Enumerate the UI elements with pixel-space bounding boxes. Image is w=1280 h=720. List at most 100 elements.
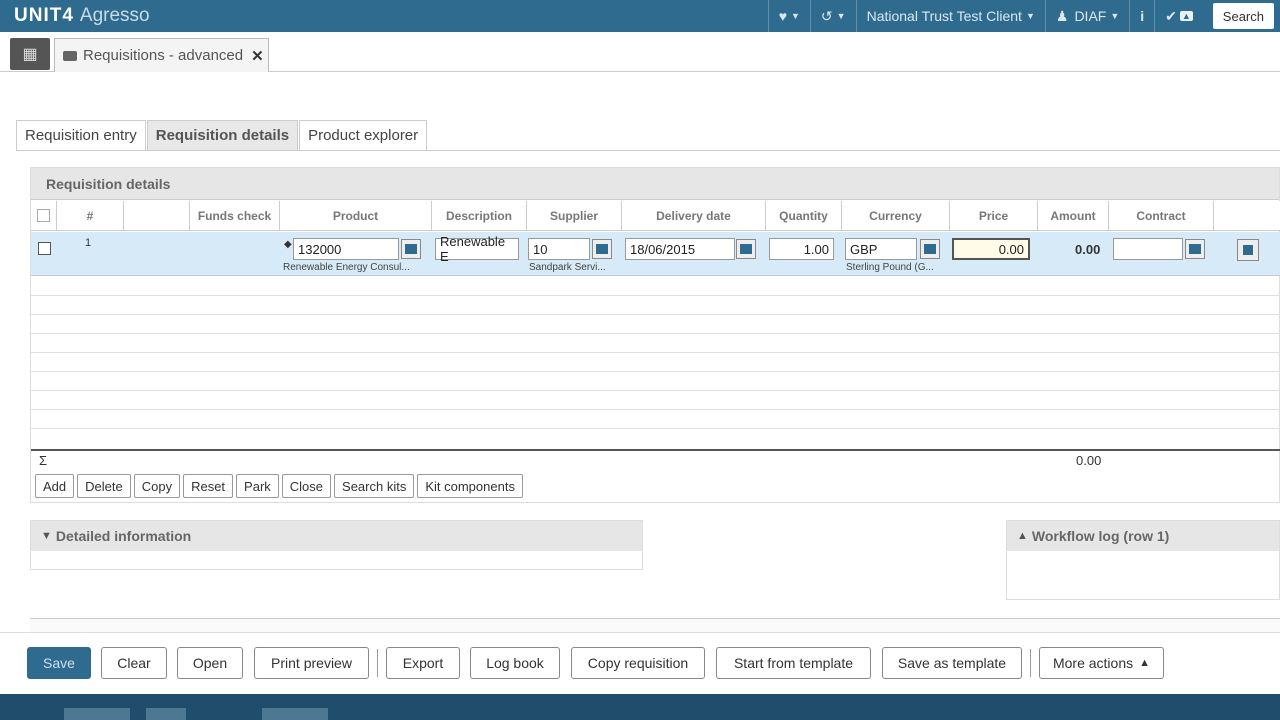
table-row[interactable]: 1 ◆ 132000 Renewable Energy Consul... Re…	[31, 232, 1280, 276]
clear-button[interactable]: Clear	[101, 647, 167, 679]
row-actions: Add Delete Copy Reset Park Close Search …	[35, 474, 526, 498]
favorites-menu[interactable]: ♥ ▼	[767, 0, 810, 32]
column-header-product[interactable]: Product	[280, 201, 432, 231]
product-input[interactable]: 132000	[293, 238, 399, 260]
column-header-description[interactable]: Description	[432, 201, 527, 231]
quantity-input[interactable]: 1.00	[769, 238, 834, 260]
empty-row	[31, 334, 1280, 353]
column-header-blank	[124, 201, 190, 231]
window-tab-title: Requisitions - advanced	[83, 47, 244, 64]
window-tabs: ▦ Requisitions - advanced ✕	[0, 32, 1280, 72]
calendar-icon	[740, 244, 752, 254]
close-button[interactable]: Close	[281, 474, 332, 498]
copy-requisition-button[interactable]: Copy requisition	[571, 647, 705, 679]
toolbar-separator	[377, 649, 378, 677]
history-icon: ↺	[820, 7, 833, 24]
log-book-button[interactable]: Log book	[470, 647, 560, 679]
history-menu[interactable]: ↺ ▼	[809, 0, 856, 32]
chevron-up-icon: ▲	[1017, 530, 1028, 542]
row-checkbox[interactable]	[38, 242, 51, 255]
contract-lookup-button[interactable]	[1185, 239, 1205, 259]
add-button[interactable]: Add	[35, 474, 75, 498]
empty-row	[31, 315, 1280, 334]
column-header-funds-check[interactable]: Funds check	[190, 201, 280, 231]
taskbar-item[interactable]	[262, 708, 328, 720]
product-lookup-button[interactable]	[401, 239, 421, 259]
open-button[interactable]: Open	[177, 647, 243, 679]
heart-icon: ♥	[778, 8, 787, 24]
tab-requisition-details[interactable]: Requisition details	[146, 120, 299, 150]
column-header-price[interactable]: Price	[950, 201, 1038, 231]
workflow-log-section: ▲ Workflow log (row 1)	[1006, 520, 1280, 600]
tab-divider	[16, 150, 1280, 151]
empty-row	[31, 277, 1280, 296]
lookup-icon	[1189, 244, 1201, 254]
sum-amount: 0.00	[1076, 453, 1102, 468]
calendar-button[interactable]	[736, 239, 756, 259]
checkmark-icon: ✔	[1165, 7, 1177, 24]
column-header-contract[interactable]: Contract	[1109, 201, 1214, 231]
delete-button[interactable]: Delete	[77, 474, 131, 498]
requisition-details-panel: Requisition details # Funds check Produc…	[30, 167, 1280, 503]
info-button[interactable]: i	[1129, 0, 1154, 32]
sub-tabs: Requisition entry Requisition details Pr…	[16, 120, 428, 150]
park-button[interactable]: Park	[236, 474, 279, 498]
empty-row	[31, 353, 1280, 372]
column-header-quantity[interactable]: Quantity	[766, 201, 842, 231]
column-header-amount[interactable]: Amount	[1038, 201, 1109, 231]
amount-value: 0.00	[1075, 242, 1101, 257]
delivery-date-input[interactable]: 18/06/2015	[625, 238, 735, 260]
os-taskbar	[0, 694, 1280, 720]
empty-row	[31, 372, 1280, 391]
brand-product: Agresso	[79, 5, 150, 26]
grid-header: # Funds check Product Description Suppli…	[31, 201, 1280, 231]
tab-requisition-entry[interactable]: Requisition entry	[16, 120, 146, 150]
tab-product-explorer[interactable]: Product explorer	[299, 120, 428, 150]
grid-menu-icon: ▦	[22, 46, 38, 63]
top-bar: UNIT4 Agresso ♥ ▼ ↺ ▼ National Trust Test …	[0, 0, 1280, 32]
column-header-delivery-date[interactable]: Delivery date	[622, 201, 766, 231]
chevron-down-icon: ▼	[1110, 11, 1120, 21]
export-button[interactable]: Export	[386, 647, 460, 679]
supplier-lookup-button[interactable]	[592, 239, 612, 259]
supplier-input[interactable]: 10	[528, 238, 590, 260]
column-header-supplier[interactable]: Supplier	[527, 201, 622, 231]
column-header-currency[interactable]: Currency	[842, 201, 950, 231]
more-actions-button[interactable]: More actions ▲	[1039, 647, 1164, 679]
brand-name: UNIT4	[14, 5, 74, 26]
brand-logo: UNIT4 Agresso	[0, 5, 150, 27]
taskbar-item[interactable]	[64, 708, 130, 720]
supplier-description: Sandpark Servi...	[529, 262, 606, 273]
client-selector[interactable]: National Trust Test Client ▼	[855, 0, 1045, 32]
window-tab-requisitions[interactable]: Requisitions - advanced ✕	[54, 38, 269, 72]
save-button[interactable]: Save	[27, 647, 91, 679]
empty-row	[31, 410, 1280, 429]
sum-row: Σ 0.00	[31, 449, 1280, 469]
copy-button[interactable]: Copy	[133, 474, 181, 498]
workflow-log-header[interactable]: ▲ Workflow log (row 1)	[1007, 521, 1279, 551]
toolbar-separator	[1030, 649, 1031, 677]
save-as-template-button[interactable]: Save as template	[882, 647, 1022, 679]
tasks-button[interactable]: ✔ ▲	[1154, 0, 1203, 32]
currency-input[interactable]: GBP	[845, 238, 917, 260]
currency-lookup-button[interactable]	[920, 239, 940, 259]
close-icon[interactable]: ✕	[251, 47, 264, 65]
select-all-checkbox[interactable]	[37, 209, 50, 222]
user-menu[interactable]: ♟ DIAF ▼	[1044, 0, 1129, 32]
search-kits-button[interactable]: Search kits	[334, 474, 415, 498]
taskbar-item[interactable]	[146, 708, 186, 720]
reset-button[interactable]: Reset	[183, 474, 234, 498]
detailed-information-header[interactable]: ▼ Detailed information	[31, 521, 642, 551]
chevron-up-icon: ▲	[1139, 657, 1151, 669]
chevron-down-icon: ▼	[791, 11, 800, 21]
contract-input[interactable]	[1113, 238, 1183, 260]
description-input[interactable]: Renewable E	[435, 234, 519, 264]
search-button[interactable]: Search	[1212, 3, 1274, 29]
main-menu-button[interactable]: ▦	[10, 38, 50, 70]
kit-components-button[interactable]: Kit components	[417, 474, 523, 498]
start-from-template-button[interactable]: Start from template	[716, 647, 871, 679]
column-header-number[interactable]: #	[57, 201, 124, 231]
price-input[interactable]: 0.00	[952, 238, 1030, 260]
row-details-button[interactable]	[1237, 239, 1259, 261]
print-preview-button[interactable]: Print preview	[254, 647, 369, 679]
